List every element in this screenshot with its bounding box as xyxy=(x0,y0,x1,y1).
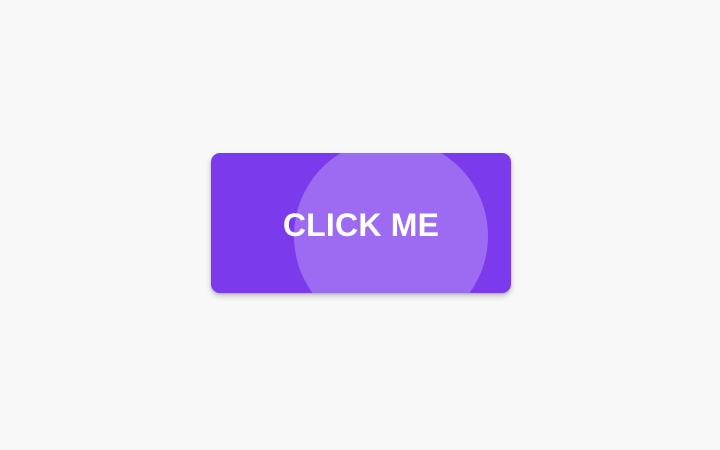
button-label: CLICK ME xyxy=(282,206,440,243)
click-me-button[interactable]: CLICK ME xyxy=(211,153,511,293)
